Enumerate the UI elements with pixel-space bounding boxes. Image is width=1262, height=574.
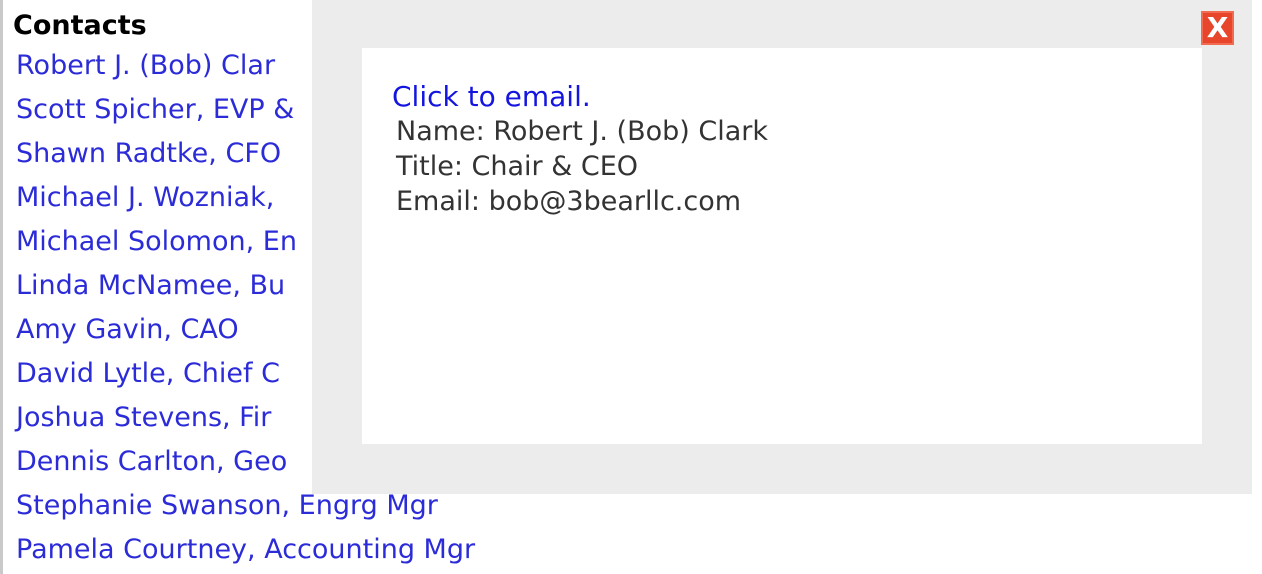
contact-title: Title: Chair & CEO bbox=[396, 151, 639, 182]
contact-popup: X Click to email. Name: Robert J. (Bob) … bbox=[312, 0, 1252, 494]
contact-detail-content: Click to email. Name: Robert J. (Bob) Cl… bbox=[392, 80, 768, 219]
email-link[interactable]: Click to email. bbox=[392, 80, 768, 114]
contact-email: Email: bob@3bearllc.com bbox=[396, 186, 742, 217]
close-button[interactable]: X bbox=[1201, 11, 1234, 45]
contact-detail-card: Click to email. Name: Robert J. (Bob) Cl… bbox=[362, 48, 1202, 444]
contact-name: Name: Robert J. (Bob) Clark bbox=[396, 116, 769, 147]
page: Contacts Robert J. (Bob) Clar Scott Spic… bbox=[0, 0, 1262, 574]
contact-link[interactable]: Pamela Courtney, Accounting Mgr bbox=[13, 528, 900, 572]
